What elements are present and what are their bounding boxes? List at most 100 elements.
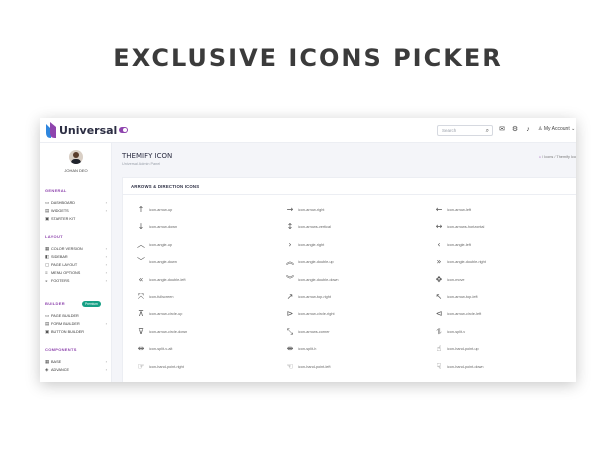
page-title: THEMIFY ICON	[122, 152, 173, 160]
icon-picker-item[interactable]: ⊳ icon-arrow-circle-right	[285, 307, 425, 324]
sidebar-item-dashboard[interactable]: ▭ DASHBOARD ›	[45, 199, 107, 207]
icon-picker-item[interactable]: ↓ icon-arrow-down	[136, 220, 276, 237]
section-builder: BUILDER	[45, 301, 65, 306]
icon-name-label: icon-arrow-left	[447, 208, 472, 212]
sidebar-item-form-builder[interactable]: ▤ FORM BUILDER ›	[45, 320, 107, 328]
angle-double-right-icon: »	[436, 257, 442, 267]
sidebar-item-button-builder[interactable]: ▣ BUTTON BUILDER	[45, 328, 107, 336]
sidebar-toggle[interactable]	[119, 127, 128, 133]
icon-picker-item[interactable]: ↑ icon-arrow-up	[136, 203, 276, 220]
icon-picker-item[interactable]: ↗ icon-arrow-top-right	[285, 290, 425, 307]
icon-name-label: icon-hand-point-right	[149, 364, 184, 369]
icon-picker-item[interactable]: ↕ icon-arrows-vertical	[285, 220, 425, 237]
sidebar-item-label: FORM BUILDER	[51, 322, 80, 326]
sidebar-item-label: FOOTERS	[51, 279, 70, 283]
promo-headline: EXCLUSIVE ICONS PICKER	[113, 44, 503, 72]
icon-picker-item[interactable]: ← icon-arrow-left	[434, 203, 574, 220]
icon-name-label: icon-split-h	[298, 347, 317, 352]
sidebar-item-page-layout[interactable]: ▢ PAGE LAYOUT ›	[45, 261, 107, 269]
top-bar: Universal Search ⌕ ✉ ⚙ ♪ ♙ My Account ⌄	[40, 118, 576, 143]
universal-logo-icon	[46, 122, 56, 138]
icon-name-label: icon-angle-left	[447, 242, 471, 247]
sidebar-item-label: BASE	[51, 360, 62, 364]
icon-picker-item[interactable]: ⤡ icon-arrows-corner	[285, 325, 425, 342]
icon-picker-item[interactable]: ︾ icon-angle-double-down	[285, 273, 425, 290]
icon-picker-item[interactable]: ⊽ icon-arrow-circle-down	[136, 325, 276, 342]
sidebar-item-widgets[interactable]: ▤ WIDGETS ›	[45, 207, 107, 215]
sidebar-item-starter-kit[interactable]: ▣ STARTER KIT	[45, 215, 107, 223]
icon-picker-item[interactable]: ⇼ icon-split-h	[285, 342, 425, 359]
mail-icon[interactable]: ✉	[498, 126, 506, 134]
icon-name-label: icon-arrows-corner	[298, 329, 330, 334]
icon-picker-item[interactable]: ☞ icon-hand-point-right	[136, 360, 276, 377]
section-general: GENERAL	[45, 188, 67, 193]
sidebar-item-label: DASHBOARD	[51, 201, 76, 205]
icon-name-label: icon-angle-up	[149, 242, 173, 247]
account-menu[interactable]: ♙ My Account ⌄	[538, 126, 575, 132]
split-v-icon: ⥮	[436, 326, 442, 336]
icon-name-label: icon-angle-down	[149, 260, 177, 265]
settings-icon[interactable]: ⚙	[511, 126, 519, 134]
icon-picker-item[interactable]: ⤧ icon-fullscreen	[136, 290, 276, 307]
chevron-right-icon: ›	[105, 359, 107, 364]
icon-picker-item[interactable]: ︿ icon-angle-up	[136, 238, 276, 255]
icon-picker-item[interactable]: ︽ icon-angle-double-up	[285, 255, 425, 272]
angle-right-icon: ›	[288, 239, 292, 249]
search-icon[interactable]: ⌕	[486, 127, 489, 136]
arrow-circle-right-icon: ⊳	[286, 309, 294, 319]
icon-name-label: icon-angle-right	[298, 242, 325, 247]
sidebar-item-advance[interactable]: ◈ ADVANCE ›	[45, 366, 107, 374]
sidebar-item-label: COLOR VERSION	[51, 247, 83, 251]
brand-name: Universal	[59, 124, 118, 137]
sidebar-item-label: WIDGETS	[51, 209, 69, 213]
icon-name-label: icon-angle-double-down	[298, 277, 339, 282]
icon-picker-item[interactable]: ✥ icon-move	[434, 273, 574, 290]
bell-icon[interactable]: ♪	[524, 126, 532, 134]
arrow-left-icon: ←	[435, 205, 443, 214]
icon-name-label: icon-arrows-horizontal	[447, 225, 485, 230]
breadcrumb-separator: /	[542, 155, 544, 159]
avatar[interactable]	[69, 150, 83, 164]
breadcrumb-item-icons[interactable]: Icons	[544, 155, 553, 159]
sidebar-item-footers[interactable]: ◒ FOOTERS ›	[45, 277, 107, 285]
icon-picker-item[interactable]: » icon-angle-double-right	[434, 255, 574, 272]
search-input[interactable]: Search ⌕	[437, 125, 493, 136]
arrow-top-right-icon: ↗	[286, 292, 294, 301]
icon-picker-item[interactable]: ‹ icon-angle-left	[434, 238, 574, 255]
icon-picker-item[interactable]: ⊲ icon-arrow-circle-left	[434, 307, 574, 324]
sidebar-item-sidebar[interactable]: ◧ SIDEBAR ›	[45, 253, 107, 261]
icon-picker-item[interactable]: ☝ icon-hand-point-up	[434, 342, 574, 359]
icon-picker-item[interactable]: → icon-arrow-right	[285, 203, 425, 220]
sidebar-item-base[interactable]: ▦ BASE ›	[45, 358, 107, 366]
icon-picker-item[interactable]: ☜ icon-hand-point-left	[285, 360, 425, 377]
arrow-circle-up-icon: ⊼	[138, 309, 144, 319]
sidebar-item-page-builder[interactable]: ▭ PAGE BUILDER	[45, 312, 107, 320]
home-icon[interactable]: ⌂	[539, 155, 541, 159]
search-placeholder: Search	[442, 128, 457, 133]
sidebar-item-label: ADVANCE	[51, 368, 70, 372]
icon-picker-item[interactable]: « icon-angle-double-left	[136, 273, 276, 290]
icon-name-label: icon-arrow-right	[298, 208, 325, 212]
icon-picker-item[interactable]: ⊼ icon-arrow-circle-up	[136, 307, 276, 324]
angle-double-down-icon: ︾	[286, 274, 294, 284]
icon-picker-item[interactable]: ↔ icon-arrows-horizontal	[434, 220, 574, 237]
card-header: ARROWS & DIRECTION ICONS	[123, 178, 576, 195]
icon-picker-item[interactable]: › icon-angle-right	[285, 238, 425, 255]
icon-picker-item[interactable]: ⥮ icon-split-v	[434, 325, 574, 342]
page-subtitle: Universal Admin Panel	[122, 162, 161, 166]
icon-picker-item[interactable]: ⇹ icon-split-v-alt	[136, 342, 276, 359]
icon-name-label: icon-hand-point-up	[447, 347, 479, 352]
premium-badge: Premium	[82, 301, 101, 307]
icon-picker-item[interactable]: ☟ icon-hand-point-down	[434, 360, 574, 377]
angle-left-icon: ‹	[437, 239, 441, 249]
split-h-icon: ⇼	[286, 344, 294, 354]
sidebar-item-color-version[interactable]: ▦ COLOR VERSION ›	[45, 245, 107, 253]
angle-double-left-icon: «	[138, 274, 144, 284]
icons-card: ARROWS & DIRECTION ICONS ↑ icon-arrow-up →…	[122, 177, 576, 382]
icon-picker-item[interactable]: ﹀ icon-angle-down	[136, 255, 276, 272]
sidebar-item-menu-options[interactable]: ≡ MENU OPTIONS ›	[45, 269, 107, 277]
section-layout: LAYOUT	[45, 234, 63, 239]
icon-picker-item[interactable]: ↖ icon-arrow-top-left	[434, 290, 574, 307]
icon-name-label: icon-arrow-down	[149, 225, 178, 230]
arrows-corner-icon: ⤡	[286, 326, 294, 336]
